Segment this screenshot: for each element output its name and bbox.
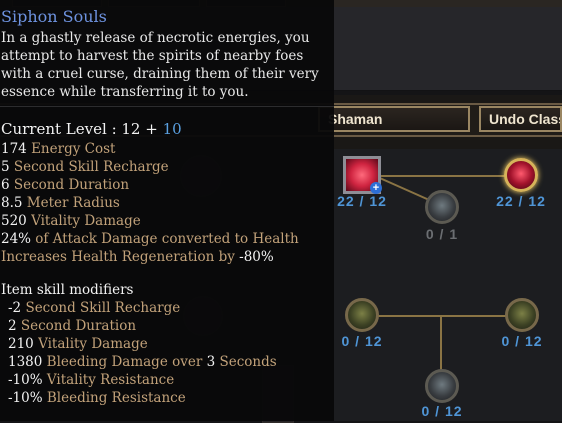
current-level: Current Level : 12 + 10 xyxy=(1,120,182,138)
modifier-duration: 2 Second Duration xyxy=(8,317,277,335)
stat-value: 6 xyxy=(1,177,10,193)
tree-connector xyxy=(380,175,520,177)
undo-class-label: Undo Class xyxy=(489,111,562,127)
stat-damage-converted: 24% of Attack Damage converted to Health xyxy=(1,230,299,248)
modifier-label: Bleeding Damage over xyxy=(42,354,207,370)
tooltip-divider xyxy=(0,106,334,107)
stat-label: Second Skill Recharge xyxy=(9,159,169,175)
level-bonus: 10 xyxy=(162,120,182,138)
modifier-value: 2 xyxy=(8,318,17,334)
modifier-bleeding-resistance: -10% Bleeding Resistance xyxy=(8,389,277,407)
node-point-count: 22 / 12 xyxy=(337,193,387,209)
stat-value: -80% xyxy=(239,249,274,265)
stat-label: Second Duration xyxy=(9,177,130,193)
modifier-label: Vitality Damage xyxy=(33,336,148,352)
modifier-vitality-resistance: -10% Vitality Resistance xyxy=(8,371,277,389)
stat-label: Meter Radius xyxy=(22,195,120,211)
modifier-recharge: -2 Second Skill Recharge xyxy=(8,299,277,317)
stat-value: 5 xyxy=(1,159,10,175)
item-modifiers-title: Item skill modifiers xyxy=(1,282,134,298)
stat-label: Vitality Damage xyxy=(26,213,141,229)
modifier-vitality-damage: 210 Vitality Damage xyxy=(8,335,277,353)
node-point-count: 0 / 12 xyxy=(501,333,543,349)
bottom-node[interactable] xyxy=(425,369,459,403)
stat-energy-cost: 174 Energy Cost xyxy=(1,140,299,158)
stat-recharge: 5 Second Skill Recharge xyxy=(1,158,299,176)
modifier-label: Bleeding Resistance xyxy=(42,390,186,406)
stat-label: Increases Health Regeneration by xyxy=(1,249,240,265)
stat-value: 24% xyxy=(1,231,32,247)
mid-left-node[interactable] xyxy=(345,298,379,332)
stat-value: 174 xyxy=(1,141,27,157)
stat-label: Energy Cost xyxy=(26,141,116,157)
modifier-value: 210 xyxy=(8,336,34,352)
mastery-class-label: Shaman xyxy=(328,111,383,127)
skill-tooltip: Siphon Souls In a ghastly release of nec… xyxy=(0,0,334,421)
modifier-label: Vitality Resistance xyxy=(42,372,175,388)
skill-description: In a ghastly release of necrotic energie… xyxy=(1,30,319,100)
modifier-label: Second Skill Recharge xyxy=(21,300,181,316)
level-label: Current Level : xyxy=(1,120,122,138)
top-mid-node[interactable] xyxy=(425,190,459,224)
tree-connector xyxy=(378,315,522,317)
item-modifiers: -2 Second Skill Recharge 2 Second Durati… xyxy=(8,299,277,407)
node-point-count: 0 / 12 xyxy=(421,403,463,419)
modifier-value: 3 xyxy=(206,354,216,370)
undo-class-button[interactable]: Undo Class xyxy=(479,106,562,132)
mid-right-node[interactable] xyxy=(505,298,539,332)
modifier-label: Seconds xyxy=(215,354,277,370)
skill-title: Siphon Souls xyxy=(1,7,107,26)
level-plus: + xyxy=(140,120,163,138)
modifier-value: -2 xyxy=(8,300,22,316)
node-point-count: 0 / 1 xyxy=(425,226,459,242)
mastery-class-button[interactable]: Shaman xyxy=(318,106,470,132)
modifier-value: 1380 xyxy=(8,354,43,370)
node-point-count: 0 / 12 xyxy=(341,333,383,349)
modifier-value: -10% xyxy=(8,372,43,388)
skill-stats: 174 Energy Cost 5 Second Skill Recharge … xyxy=(1,140,299,266)
top-right-node[interactable] xyxy=(504,158,538,192)
stat-vitality-damage: 520 Vitality Damage xyxy=(1,212,299,230)
level-value: 12 xyxy=(121,120,141,138)
stat-label: of Attack Damage converted to Health xyxy=(31,231,299,247)
stat-value: 8.5 xyxy=(1,195,23,211)
modifier-bleeding-damage: 1380 Bleeding Damage over 3 Seconds xyxy=(8,353,277,371)
modifier-label: Second Duration xyxy=(16,318,137,334)
stat-value: 520 xyxy=(1,213,27,229)
stat-radius: 8.5 Meter Radius xyxy=(1,194,299,212)
stat-health-regen: Increases Health Regeneration by -80% xyxy=(1,248,299,266)
stat-duration: 6 Second Duration xyxy=(1,176,299,194)
modifier-value: -10% xyxy=(8,390,43,406)
node-point-count: 22 / 12 xyxy=(496,193,546,209)
